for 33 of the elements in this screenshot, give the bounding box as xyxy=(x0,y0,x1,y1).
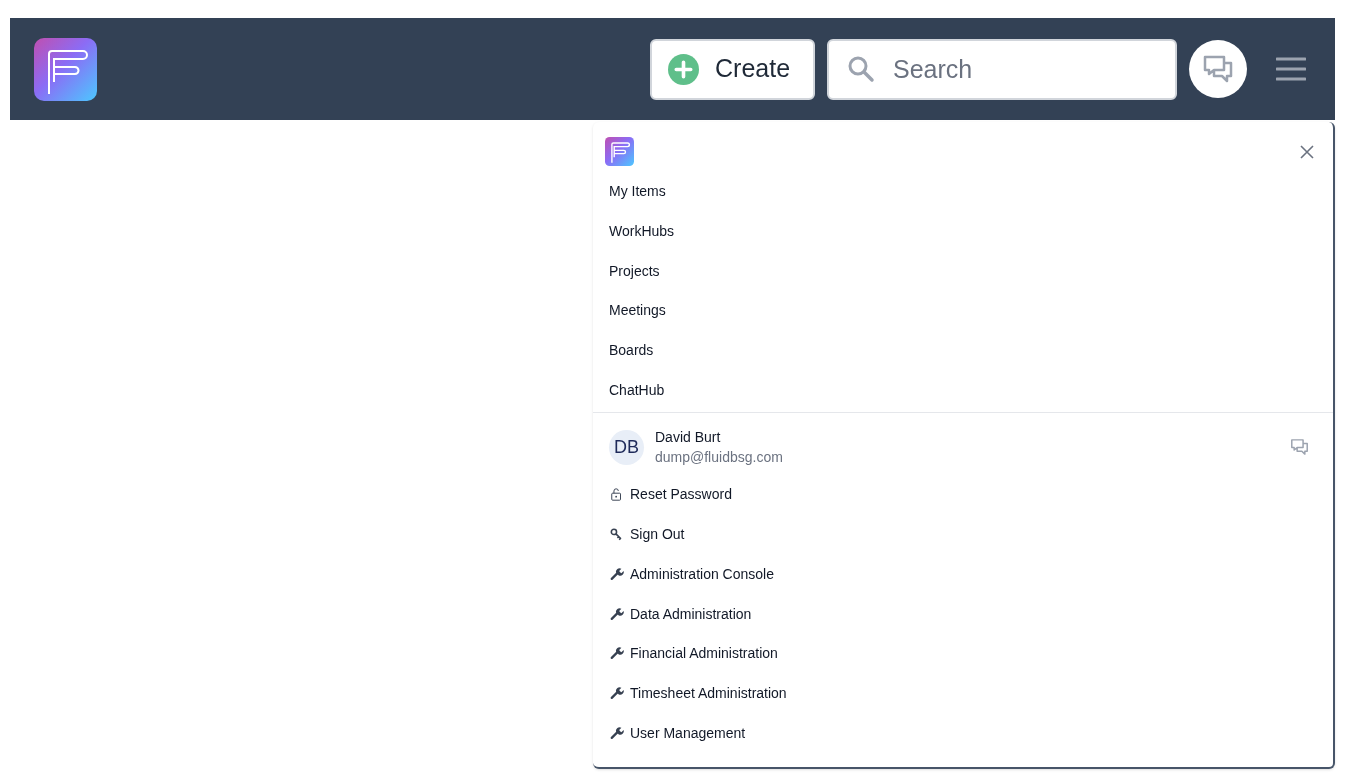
search-icon xyxy=(847,54,875,83)
wrench-icon xyxy=(610,685,624,701)
menu-link[interactable]: Reset Password xyxy=(610,475,732,515)
wrench-icon xyxy=(610,606,624,622)
close-icon[interactable] xyxy=(1299,143,1315,160)
wrench-icon xyxy=(610,566,624,582)
nav-link[interactable]: Boards xyxy=(609,330,654,371)
chat-icon xyxy=(1202,54,1234,84)
nav-link[interactable]: My Items xyxy=(609,172,666,212)
wrench-icon xyxy=(610,646,624,662)
menu-link[interactable]: Data Administration xyxy=(610,594,752,634)
user-name: David Burt xyxy=(655,428,722,448)
menu-link[interactable]: Administration Console xyxy=(610,554,774,595)
search-field[interactable]: Search xyxy=(827,38,1177,100)
app-logo[interactable] xyxy=(34,37,97,101)
plus-circle-icon xyxy=(668,53,699,85)
user-avatar: DB xyxy=(609,429,644,465)
menu-link[interactable]: Financial Administration xyxy=(610,633,778,674)
menu-icon xyxy=(1276,57,1306,81)
nav-link[interactable]: Meetings xyxy=(609,291,666,331)
menu-link[interactable]: Sign Out xyxy=(610,514,685,555)
create-button[interactable]: Create xyxy=(650,38,815,100)
key-icon xyxy=(610,527,624,543)
nav-link[interactable]: ChatHub xyxy=(609,370,665,411)
user-email: dump@fluidbsg.com xyxy=(655,448,784,468)
chat-button[interactable] xyxy=(1189,40,1247,98)
lock-icon xyxy=(610,487,624,503)
nav-link[interactable]: WorkHubs xyxy=(609,211,675,252)
menu-link[interactable]: Timesheet Administration xyxy=(610,673,787,714)
wrench-icon xyxy=(610,725,624,741)
chat-icon[interactable] xyxy=(1290,438,1309,457)
menu-link[interactable]: User Management xyxy=(610,713,746,753)
nav-link[interactable]: Projects xyxy=(609,251,660,292)
